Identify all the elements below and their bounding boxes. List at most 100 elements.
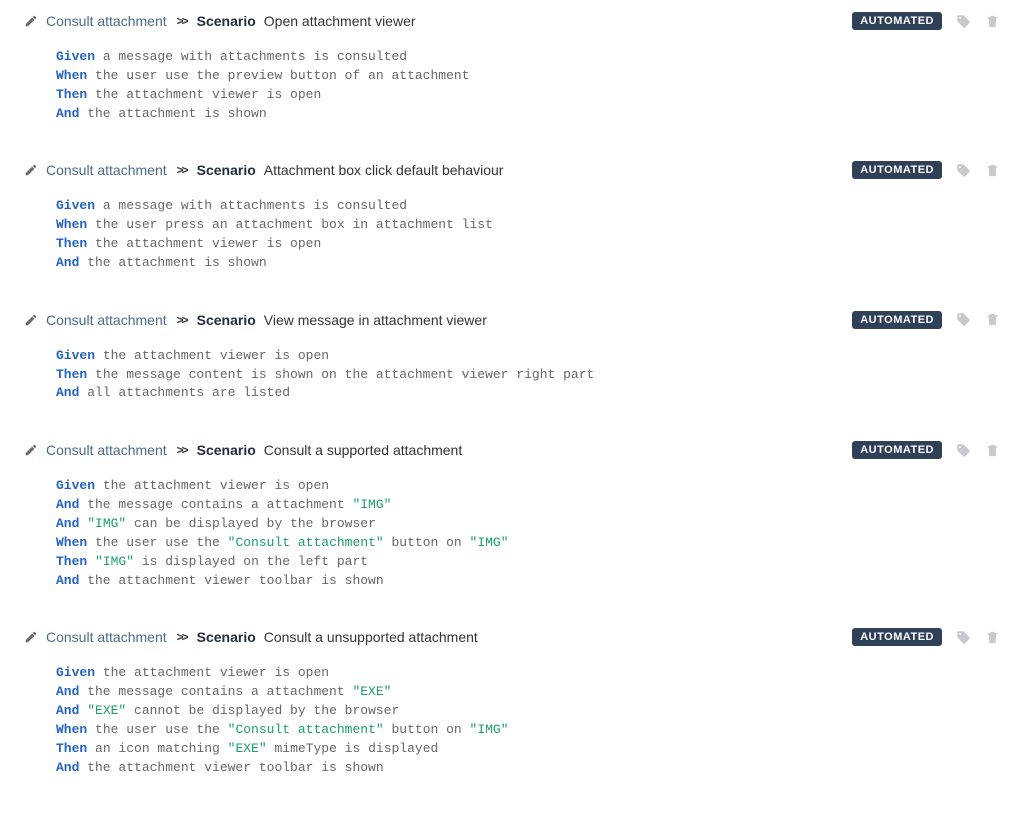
scenario: Consult attachment >> Scenario Consult a un… [24,628,1000,777]
step-keyword: Given [56,348,95,363]
chevrons-icon: >> [177,630,187,644]
scenario-list: Consult attachment >> Scenario Open attachm… [24,12,1000,777]
scenario-actions: AUTOMATED [852,441,1000,459]
step-keyword: And [56,385,79,400]
step-keyword: And [56,760,79,775]
scenario-steps: Given a message with attachments is cons… [24,197,1000,272]
scenario-steps: Given a message with attachments is cons… [24,48,1000,123]
step-keyword: And [56,497,79,512]
step-keyword: Given [56,478,95,493]
step-param: "IMG" [87,516,126,531]
step-line: And the message contains a attachment "E… [56,683,1000,702]
step-text: the attachment viewer toolbar is shown [79,573,383,588]
pencil-icon[interactable] [24,443,38,457]
scenario-title: Consult a supported attachment [264,442,462,458]
step-line: Then an icon matching "EXE" mimeType is … [56,740,1000,759]
step-text: all attachments are listed [79,385,290,400]
trash-icon[interactable] [985,630,1000,645]
step-text: the attachment viewer is open [87,236,321,251]
scenario-header: Consult attachment>>ScenarioView message… [24,311,1000,329]
scenario-steps: Given the attachment viewer is open And t… [24,477,1000,590]
step-line: And the attachment viewer toolbar is sho… [56,572,1000,591]
chevrons-icon: >> [177,313,187,327]
step-keyword: And [56,255,79,270]
scenario-title: Attachment box click default behaviour [264,162,504,178]
scenario-label: Scenario [197,442,256,458]
scenario-title: View message in attachment viewer [264,312,487,328]
step-line: And "EXE" cannot be displayed by the bro… [56,702,1000,721]
scenario-header: Consult attachment >> Scenario Consult a un… [24,628,1000,646]
step-text [87,554,95,569]
chevrons-icon: >> [177,443,187,457]
step-line: When the user use the "Consult attachmen… [56,534,1000,553]
scenario: Consult attachment>>ScenarioOpen attachm… [24,12,1000,123]
step-keyword: When [56,535,87,550]
step-line: Then the attachment viewer is open [56,235,1000,254]
feature-link[interactable]: Consult attachment [46,162,167,178]
step-text: the attachment is shown [79,106,266,121]
step-keyword: Then [56,367,87,382]
step-param: "IMG" [470,722,509,737]
step-text: the message contains a attachment [79,684,352,699]
feature-link[interactable]: Consult attachment [46,312,167,328]
step-line: Given a message with attachments is cons… [56,48,1000,67]
pencil-icon[interactable] [24,14,38,28]
step-line: Then "IMG" is displayed on the left part [56,553,1000,572]
scenario: Consult attachment>>ScenarioView message… [24,311,1000,404]
step-keyword: When [56,68,87,83]
status-badge: AUTOMATED [852,161,942,179]
step-param: "IMG" [470,535,509,550]
step-line: Given the attachment viewer is open [56,664,1000,683]
status-badge: AUTOMATED [852,441,942,459]
step-keyword: Then [56,741,87,756]
scenario-title: Open attachment viewer [264,13,416,29]
step-param: "EXE" [352,684,391,699]
step-param: "IMG" [95,554,134,569]
status-badge: AUTOMATED [852,311,942,329]
trash-icon[interactable] [985,443,1000,458]
step-param: "EXE" [228,741,267,756]
pencil-icon[interactable] [24,313,38,327]
step-keyword: And [56,106,79,121]
trash-icon[interactable] [985,14,1000,29]
step-param: "IMG" [352,497,391,512]
step-text: cannot be displayed by the browser [126,703,399,718]
step-param: "EXE" [87,703,126,718]
step-line: And the attachment viewer toolbar is sho… [56,759,1000,778]
step-keyword: Then [56,87,87,102]
scenario-header: Consult attachment >> Scenario Consult a su… [24,441,1000,459]
step-line: And the attachment is shown [56,105,1000,124]
step-text: mimeType is displayed [267,741,439,756]
step-text: the attachment viewer is open [95,665,329,680]
tag-icon[interactable] [956,630,971,645]
step-text: an icon matching [87,741,227,756]
step-keyword: And [56,703,79,718]
step-param: "Consult attachment" [228,722,384,737]
scenario-title: Consult a unsupported attachment [264,629,478,645]
tag-icon[interactable] [956,443,971,458]
tag-icon[interactable] [956,163,971,178]
scenario-steps: Given the attachment viewer is openThen … [24,347,1000,404]
scenario-header: Consult attachment>>ScenarioOpen attachm… [24,12,1000,30]
feature-link[interactable]: Consult attachment [46,442,167,458]
trash-icon[interactable] [985,163,1000,178]
step-keyword: Then [56,554,87,569]
feature-link[interactable]: Consult attachment [46,13,167,29]
scenario-label: Scenario [197,629,256,645]
status-badge: AUTOMATED [852,628,942,646]
step-line: Then the attachment viewer is open [56,86,1000,105]
feature-link[interactable]: Consult attachment [46,629,167,645]
step-line: Then the message content is shown on the… [56,366,1000,385]
pencil-icon[interactable] [24,163,38,177]
tag-icon[interactable] [956,312,971,327]
step-keyword: And [56,573,79,588]
tag-icon[interactable] [956,14,971,29]
trash-icon[interactable] [985,312,1000,327]
step-text: the attachment viewer is open [95,478,329,493]
scenario-actions: AUTOMATED [852,12,1000,30]
pencil-icon[interactable] [24,630,38,644]
step-line: And the attachment is shown [56,254,1000,273]
scenario-label: Scenario [197,162,256,178]
step-keyword: Given [56,665,95,680]
step-text: the user use the [87,722,227,737]
